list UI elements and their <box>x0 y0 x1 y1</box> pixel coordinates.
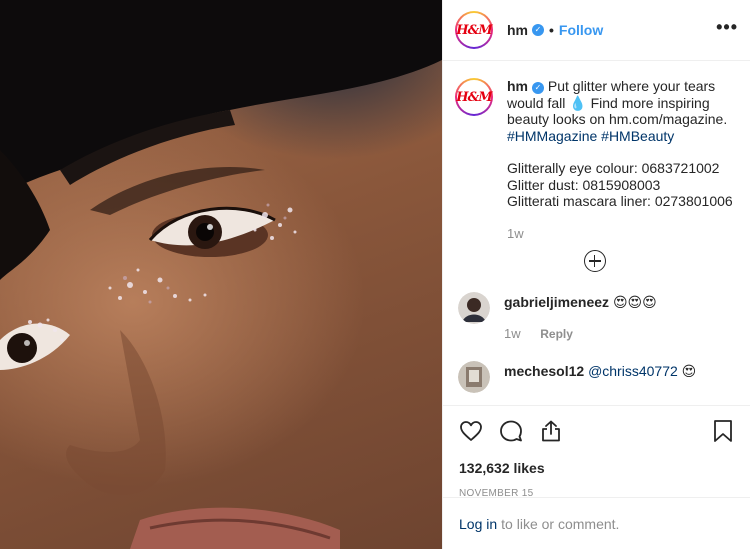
likes-count[interactable]: 132,632 likes <box>459 460 734 476</box>
caption-hashtags[interactable]: #HMMagazine #HMBeauty <box>507 128 734 145</box>
bookmark-icon[interactable] <box>712 419 734 443</box>
caption-time: 1w <box>507 225 524 241</box>
comment-text: 😍 <box>681 363 697 379</box>
comments-section[interactable]: H&M hm ✓ Put glitter where your tears wou… <box>443 62 750 405</box>
header-username[interactable]: hm <box>507 22 528 38</box>
caption-avatar[interactable]: H&M <box>455 78 493 116</box>
caption-item-mascara-liner: Glitterati mascara liner: 0273801006 <box>507 193 733 209</box>
post-header: H&M hm ✓ • Follow ••• <box>443 0 750 61</box>
comment-username[interactable]: mechesol12 <box>504 363 584 379</box>
login-bar: Log in to like or comment. <box>443 497 750 549</box>
comment-text: 😍😍😍 <box>612 294 657 310</box>
action-bar: 132,632 likes NOVEMBER 15 <box>443 405 750 499</box>
caption-item-glitter-dust: Glitter dust: 0815908003 <box>507 176 661 193</box>
hm-logo: H&M <box>456 82 493 112</box>
verified-badge-icon: ✓ <box>532 24 544 36</box>
post-image-illustration <box>0 0 442 549</box>
separator-dot: • <box>549 22 554 38</box>
caption-username[interactable]: hm <box>507 78 528 94</box>
add-circle-icon <box>583 250 606 272</box>
reply-button[interactable]: Reply <box>540 327 573 341</box>
hm-logo: H&M <box>456 15 493 45</box>
commenter-avatar[interactable] <box>458 292 490 324</box>
caption-text: hm ✓ Put glitter where your tears would f… <box>507 78 734 242</box>
account-avatar[interactable]: H&M <box>455 11 493 49</box>
comment-mention[interactable]: @chriss40772 <box>588 363 678 379</box>
login-link[interactable]: Log in <box>459 516 497 532</box>
share-icon[interactable] <box>539 419 563 443</box>
post-panel: H&M hm ✓ • Follow ••• H&M hm ✓ Put glitte… <box>442 0 750 549</box>
comment-item: gabrieljimeneez 😍😍😍 1w Reply <box>455 292 734 341</box>
commenter-avatar[interactable] <box>458 361 490 393</box>
comment-time: 1w <box>504 326 521 341</box>
comment-item: mechesol12 @chriss40772 😍 <box>455 361 734 393</box>
login-prompt: to like or comment. <box>501 515 620 532</box>
ellipsis-icon[interactable]: ••• <box>716 17 738 44</box>
caption-item-eye-colour: Glitterally eye colour: 0683721002 <box>507 160 720 176</box>
post-image[interactable] <box>0 0 442 549</box>
follow-button[interactable]: Follow <box>559 22 603 38</box>
comment-icon[interactable] <box>499 419 523 443</box>
comment-username[interactable]: gabrieljimeneez <box>504 294 609 310</box>
caption: H&M hm ✓ Put glitter where your tears wou… <box>455 78 734 242</box>
verified-badge-icon: ✓ <box>532 82 544 94</box>
load-more-comments-button[interactable] <box>455 250 734 272</box>
heart-icon[interactable] <box>459 419 483 443</box>
